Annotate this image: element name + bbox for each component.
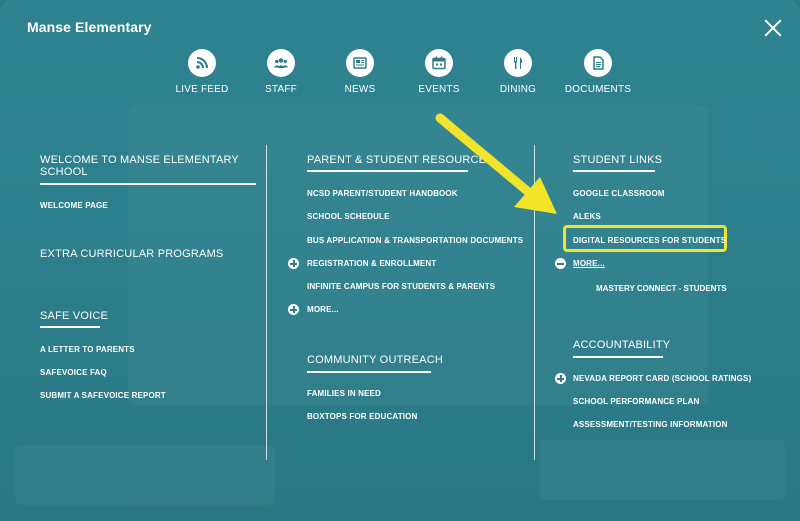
annotation-arrow	[435, 113, 557, 214]
menu-overlay: Manse Elementary LIVE FEED STAFF NEWS EV…	[0, 0, 800, 521]
